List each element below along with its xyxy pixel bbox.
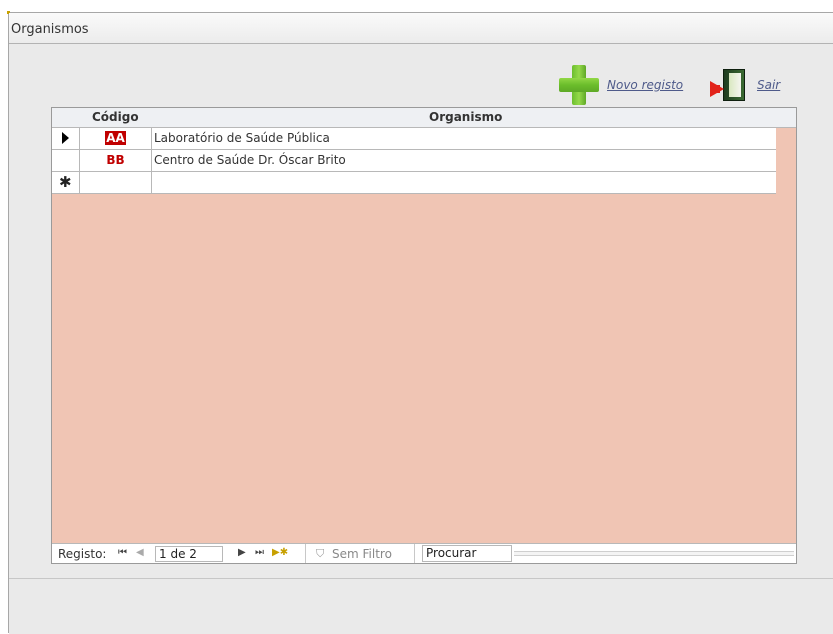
code-cell-new[interactable] <box>80 172 152 193</box>
next-record-icon[interactable]: ▶ <box>238 547 246 558</box>
form-title: Organismos <box>11 22 89 37</box>
table-row[interactable]: AA Laboratório de Saúde Pública <box>52 128 776 150</box>
datasheet: Código Organismo AA Laboratório de Saúde… <box>51 107 797 564</box>
code-cell[interactable]: AA <box>80 128 152 149</box>
exit-action[interactable]: Sair <box>709 65 780 105</box>
record-navigation-bar: Registo: ⏮ ◀ 1 de 2 ▶ ⏭ ▶✱ ⛉ Sem Filtro … <box>52 543 796 563</box>
divider <box>305 544 306 563</box>
new-record-row[interactable]: ✱ <box>52 172 776 194</box>
row-selector[interactable] <box>52 128 80 149</box>
filter-toggle[interactable]: Sem Filtro <box>332 547 392 561</box>
horizontal-scrollbar[interactable] <box>514 551 794 556</box>
current-record-arrow-icon <box>62 132 69 144</box>
row-selector[interactable]: ✱ <box>52 172 80 193</box>
filter-off-icon[interactable]: ⛉ <box>316 547 324 561</box>
previous-record-icon[interactable]: ◀ <box>136 547 144 558</box>
new-record-link[interactable]: Novo registo <box>607 78 683 92</box>
new-record-nav-icon[interactable]: ▶✱ <box>272 547 288 558</box>
code-value: AA <box>105 131 126 145</box>
column-header-organism[interactable]: Organismo <box>429 110 502 124</box>
last-record-icon[interactable]: ⏭ <box>255 547 264 558</box>
first-record-icon[interactable]: ⏮ <box>118 547 127 558</box>
new-record-action[interactable]: Novo registo <box>559 65 683 105</box>
current-record-input[interactable]: 1 de 2 <box>155 546 223 562</box>
exit-door-icon[interactable] <box>709 65 749 105</box>
green-plus-icon[interactable] <box>559 65 599 105</box>
organism-cell[interactable]: Laboratório de Saúde Pública <box>154 128 330 149</box>
form-header: Novo registo Sair <box>9 45 833 113</box>
table-row[interactable]: BB Centro de Saúde Dr. Óscar Brito <box>52 150 776 172</box>
code-cell[interactable]: BB <box>80 150 152 171</box>
exit-link[interactable]: Sair <box>757 78 780 92</box>
divider <box>414 544 415 563</box>
column-header-code[interactable]: Código <box>92 110 139 124</box>
form-window: Organismos Novo registo Sair Código Orga… <box>7 11 833 634</box>
form-tab[interactable]: Organismos <box>9 13 833 44</box>
search-input[interactable]: Procurar <box>422 545 512 562</box>
record-label: Registo: <box>58 547 107 561</box>
form-footer <box>9 578 833 634</box>
row-selector[interactable] <box>52 150 80 171</box>
grid-header: Código Organismo <box>52 108 796 128</box>
organism-cell[interactable]: Centro de Saúde Dr. Óscar Brito <box>154 150 346 171</box>
new-record-star-icon: ✱ <box>59 173 72 191</box>
